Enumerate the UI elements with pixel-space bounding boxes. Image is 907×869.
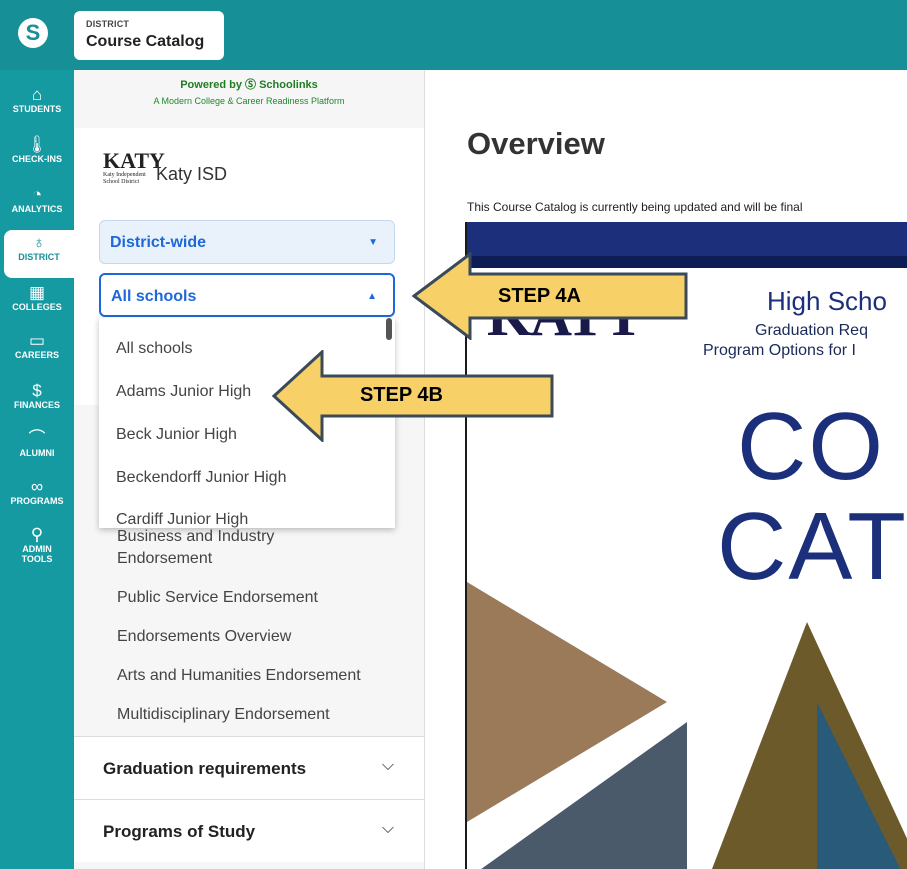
cover-photo-triangle	[817, 702, 907, 869]
nav-students[interactable]: ⌂ STUDENTS	[0, 85, 74, 115]
nav-label: ANALYTICS	[11, 204, 63, 214]
section-title: Graduation requirements	[103, 759, 307, 778]
cover-big-text-2: CAT	[717, 493, 907, 600]
chevron-down-icon: ⌵	[381, 757, 394, 774]
endorsement-item[interactable]: Multidisciplinary Endorsement	[117, 704, 330, 726]
section-graduation-requirements[interactable]: Graduation requirements ⌵	[74, 736, 424, 799]
cover-photo-triangle	[477, 722, 687, 869]
nav-careers[interactable]: ▭ CAREERS	[0, 331, 74, 361]
cover-top-band	[467, 222, 907, 256]
nav-label: DISTRICT	[18, 252, 60, 262]
district-course-catalog-tab[interactable]: DISTRICT Course Catalog	[74, 11, 224, 60]
handshake-icon: ∞	[30, 477, 44, 496]
nav-label: FINANCES	[13, 400, 60, 410]
graduation-cap-icon: ⌒	[28, 429, 46, 448]
nav-programs[interactable]: ∞ PROGRAMS	[0, 477, 74, 507]
cover-title: High Scho	[767, 286, 887, 316]
nav-finances[interactable]: $ FINANCES	[0, 381, 74, 411]
katy-isd-logo: KATY Katy Independent School District	[103, 150, 165, 190]
apple-icon: ♁	[32, 233, 46, 252]
district-label: DISTRICT	[86, 19, 130, 29]
home-icon: ⌂	[31, 85, 43, 104]
app-window: S DISTRICT Course Catalog ⌂ STUDENTS 🌡 C…	[0, 0, 907, 869]
step-4b-callout: STEP 4B	[272, 350, 554, 442]
pie-chart-icon: ◔	[31, 185, 43, 204]
nav-colleges[interactable]: ▦ COLLEGES	[0, 283, 74, 313]
endorsement-item[interactable]: Endorsements Overview	[117, 626, 291, 648]
endorsement-item[interactable]: Business and Industry	[117, 526, 274, 548]
cover-subtitle-2: Program Options for I	[703, 342, 856, 359]
district-name: Katy ISD	[156, 164, 228, 184]
school-option[interactable]: All schools	[116, 340, 192, 358]
side-navigation: ⌂ STUDENTS 🌡 CHECK-INS ◔ ANALYTICS ♁ DIS…	[0, 70, 74, 869]
key-icon: ⚲	[30, 525, 44, 544]
powered-by-banner: Powered by Ⓢ Schoolinks A Modern College…	[74, 76, 424, 106]
dropdown-scrollbar[interactable]	[386, 318, 392, 340]
money-bag-icon: $	[32, 381, 42, 400]
nav-label: COLLEGES	[12, 302, 62, 312]
thermometer-list-icon: 🌡	[26, 135, 48, 154]
nav-analytics[interactable]: ◔ ANALYTICS	[0, 185, 74, 215]
update-notice: This Course Catalog is currently being u…	[467, 200, 803, 214]
caret-up-icon: ▲	[367, 291, 377, 302]
catalog-panel: Powered by Ⓢ Schoolinks A Modern College…	[74, 70, 425, 869]
briefcase-icon: ▭	[28, 331, 46, 350]
school-option[interactable]: Beck Junior High	[116, 426, 237, 444]
cover-big-text-1: CO	[737, 393, 885, 500]
nav-label: CAREERS	[14, 350, 59, 360]
endorsement-item[interactable]: Public Service Endorsement	[117, 587, 318, 609]
nav-label: CHECK-INS	[11, 154, 62, 164]
school-option[interactable]: Adams Junior High	[116, 383, 251, 401]
brand-name: Schoolinks	[259, 79, 318, 91]
endorsement-item[interactable]: Arts and Humanities Endorsement	[117, 665, 361, 687]
nav-label: ADMIN TOOLS	[21, 544, 53, 564]
nav-admin-tools[interactable]: ⚲ ADMIN TOOLS	[0, 525, 74, 565]
nav-label: ALUMNI	[19, 448, 55, 458]
endorsement-item[interactable]: Endorsement	[117, 548, 212, 570]
school-select[interactable]: All schools ▲	[99, 273, 395, 317]
nav-check-ins[interactable]: 🌡 CHECK-INS	[0, 135, 74, 165]
step-4a-callout: STEP 4A	[412, 252, 688, 340]
schoolinks-logo-icon[interactable]: S	[18, 18, 48, 48]
caret-down-icon: ▼	[368, 237, 378, 248]
nav-label: STUDENTS	[12, 104, 62, 114]
course-catalog-title: Course Catalog	[86, 33, 205, 50]
step-4b-label: STEP 4B	[360, 384, 443, 406]
section-title: Programs of Study	[103, 822, 256, 841]
top-bar: S DISTRICT Course Catalog	[0, 0, 907, 70]
page-title: Overview	[467, 126, 605, 161]
school-select-value: All schools	[111, 288, 197, 305]
cover-subtitle-1: Graduation Req	[755, 322, 868, 339]
school-option[interactable]: Beckendorff Junior High	[116, 469, 286, 487]
katy-logo-subtext: Katy Independent School District	[103, 172, 146, 185]
tagline: A Modern College & Career Readiness Plat…	[153, 96, 345, 106]
chevron-down-icon: ⌵	[381, 820, 394, 837]
main-content: Overview This Course Catalog is currentl…	[425, 70, 907, 869]
step-4a-label: STEP 4A	[498, 285, 581, 307]
building-icon: ▦	[28, 283, 46, 302]
nav-alumni[interactable]: ⌒ ALUMNI	[0, 429, 74, 459]
powered-by-label: Powered by	[180, 79, 242, 91]
scope-select[interactable]: District-wide ▼	[99, 220, 395, 264]
nav-district[interactable]: ♁ DISTRICT	[4, 230, 74, 278]
schoolinks-small-logo-icon: Ⓢ	[245, 79, 257, 91]
scope-select-value: District-wide	[110, 234, 207, 251]
section-programs-of-study[interactable]: Programs of Study ⌵	[74, 799, 424, 862]
nav-label: PROGRAMS	[10, 496, 64, 506]
